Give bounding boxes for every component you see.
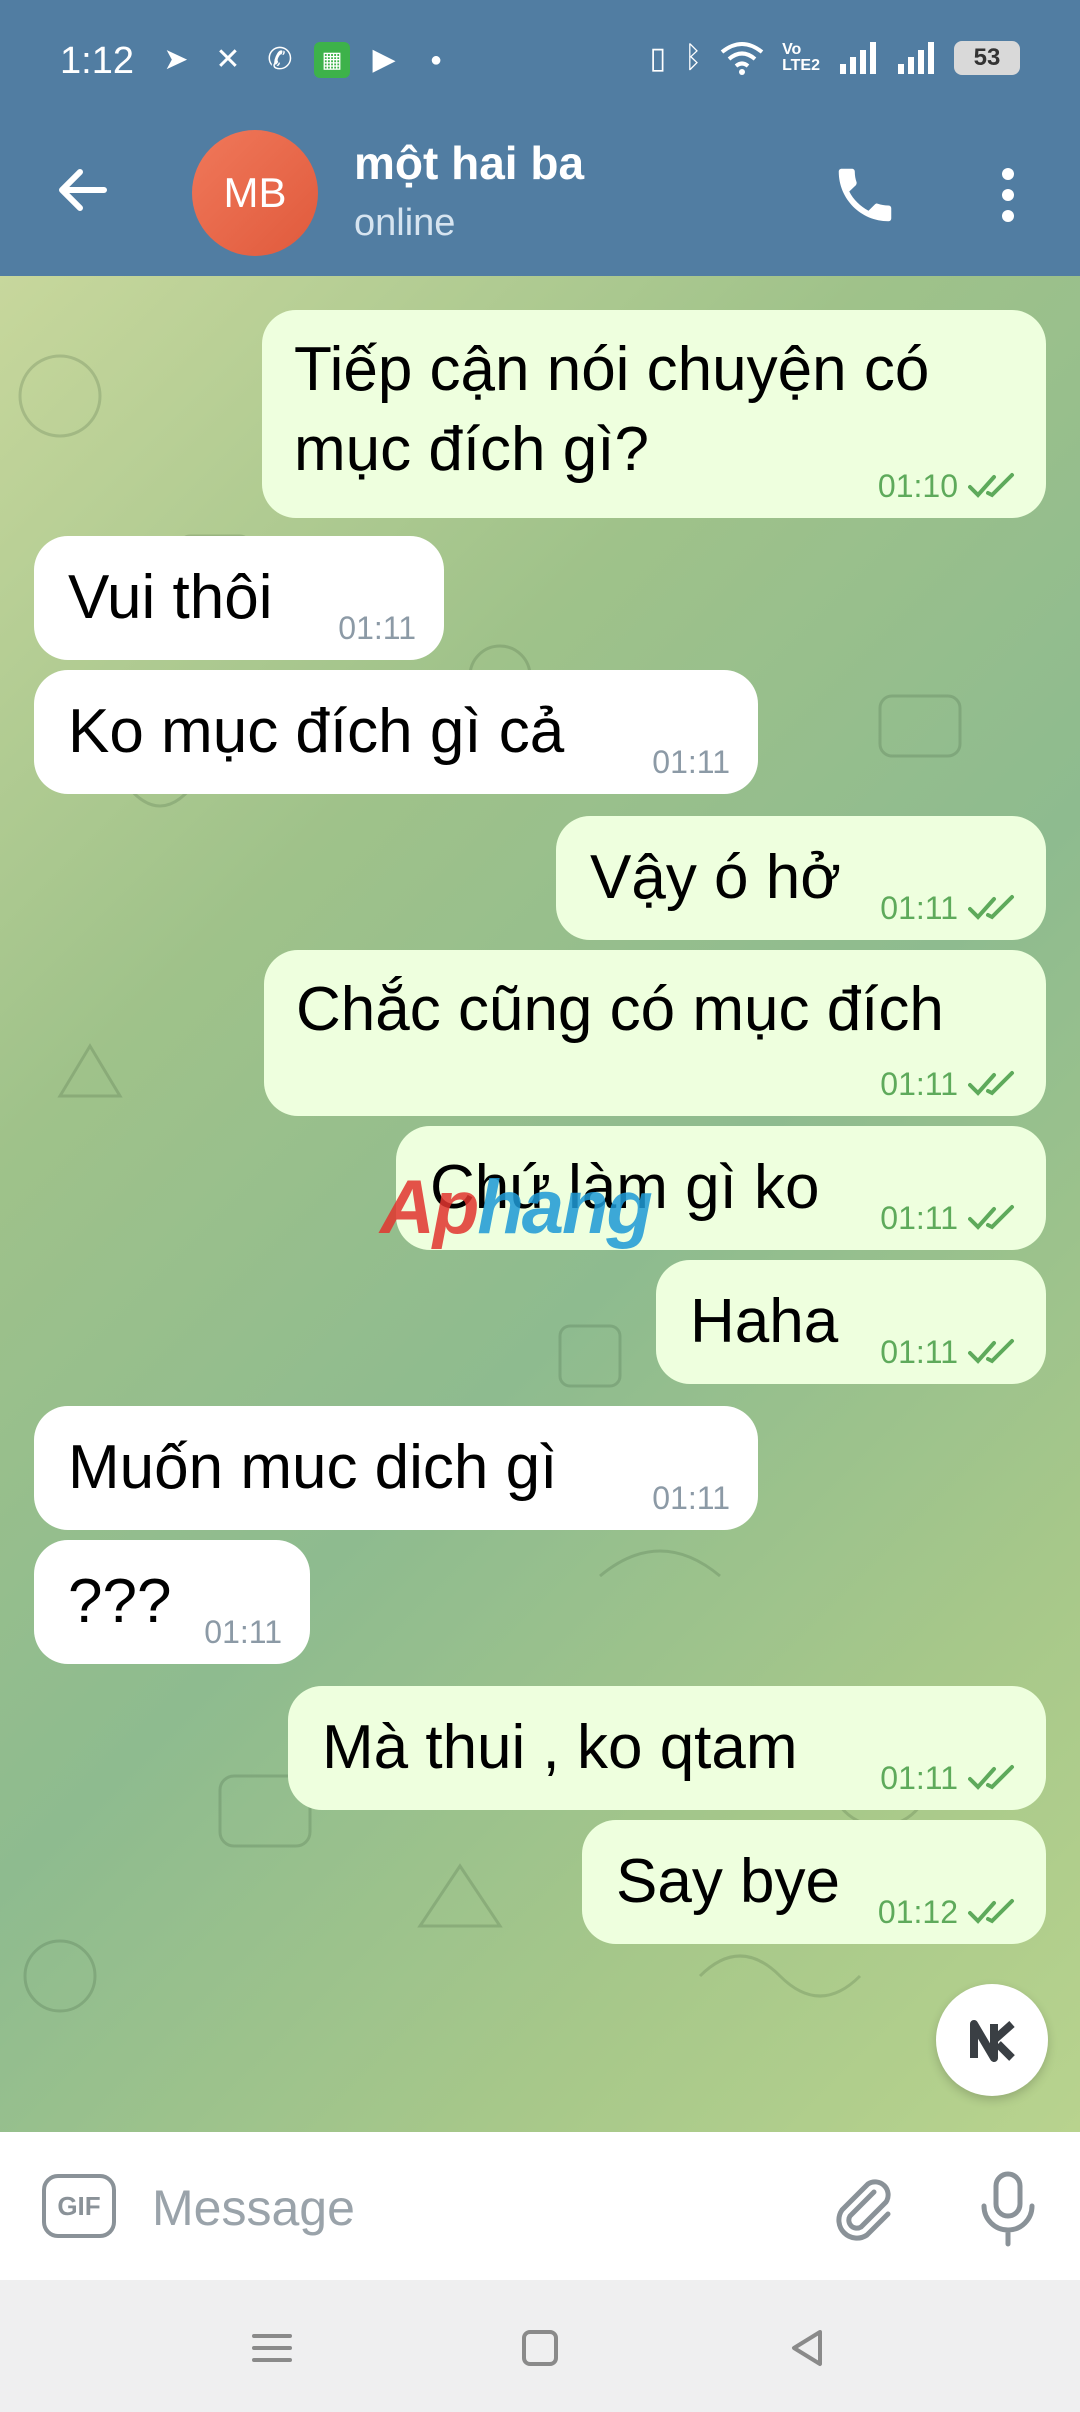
message-meta: 01:11 <box>880 1336 1018 1368</box>
back-icon[interactable] <box>778 2318 838 2378</box>
message-meta: 01:11 <box>880 1068 1018 1100</box>
message-time: 01:11 <box>652 1480 730 1516</box>
message-meta: 01:11 <box>652 746 730 778</box>
youtube-icon: ▶ <box>372 43 396 76</box>
message-time: 01:12 <box>877 1894 958 1930</box>
message-bubble-outgoing[interactable]: Tiếp cận nói chuyện có mục đích gì? 01:1… <box>262 310 1046 518</box>
microphone-icon[interactable] <box>976 2168 1040 2248</box>
viber-icon: ✆ <box>267 43 293 76</box>
message-text: Say bye <box>616 1847 841 1916</box>
message-text: Tiếp cận nói chuyện có mục đích gì? <box>294 335 930 484</box>
message-text: Mà thui , ko qtam <box>322 1713 798 1782</box>
gif-button[interactable]: GIF <box>42 2174 116 2238</box>
telegram-icon: ➤ <box>163 43 189 76</box>
wifi-icon <box>720 42 764 75</box>
message-bubble-incoming[interactable]: Vui thôi 01:11 <box>34 536 444 660</box>
message-time: 01:11 <box>880 1334 958 1370</box>
message-bubble-incoming[interactable]: Muốn muc dich gì 01:11 <box>34 1406 758 1530</box>
status-time: 1:12 <box>60 40 134 82</box>
watermark-logo: Aphang <box>380 1165 653 1250</box>
vibrate-icon: ▯ <box>649 41 667 75</box>
message-bubble-incoming[interactable]: ??? 01:11 <box>34 1540 310 1664</box>
double-check-icon <box>968 895 1014 920</box>
app-icon: ✕ <box>215 43 241 76</box>
calculator-icon: ▦ <box>314 42 350 78</box>
chat-area[interactable]: Tiếp cận nói chuyện có mục đích gì? 01:1… <box>0 276 1080 2132</box>
more-options-icon[interactable] <box>990 160 1026 230</box>
message-meta: 01:11 <box>880 1762 1018 1794</box>
message-time: 01:11 <box>880 1200 958 1236</box>
message-meta: 01:11 <box>204 1616 282 1648</box>
message-time: 01:11 <box>880 1066 958 1102</box>
avatar[interactable]: MB <box>192 130 318 256</box>
message-meta: 01:10 <box>878 470 1018 502</box>
system-navigation-bar <box>0 2280 1080 2412</box>
message-text: Vậy ó hở <box>590 843 841 912</box>
phone-icon[interactable] <box>830 160 900 230</box>
double-check-icon <box>968 1765 1014 1790</box>
message-text: Haha <box>690 1287 839 1356</box>
message-text: Ko mục đích gì cả <box>68 697 565 766</box>
message-text: Vui thôi <box>68 563 273 632</box>
message-bubble-outgoing[interactable]: Haha 01:11 <box>656 1260 1046 1384</box>
message-bubble-incoming[interactable]: Ko mục đích gì cả 01:11 <box>34 670 758 794</box>
message-meta: 01:11 <box>652 1482 730 1514</box>
battery-icon: 53 <box>954 41 1020 75</box>
notification-icons: ➤ ✕ ✆ ▦ ▶ ● <box>158 42 454 78</box>
double-check-icon <box>968 1899 1014 1924</box>
back-arrow-icon[interactable] <box>52 160 112 220</box>
double-check-icon <box>968 1339 1014 1364</box>
signal-icon <box>840 42 876 74</box>
message-text: Muốn muc dich gì <box>68 1433 558 1502</box>
double-check-icon <box>968 1071 1014 1096</box>
message-text: Chắc cũng có mục đích <box>296 975 944 1044</box>
system-icons: ▯ ᛒ Vo LTE2 53 <box>650 40 1020 76</box>
message-meta: 01:11 <box>880 892 1018 924</box>
message-time: 01:11 <box>652 744 730 780</box>
message-meta: 01:11 <box>880 1202 1018 1234</box>
message-time: 01:11 <box>880 890 958 926</box>
message-bubble-outgoing[interactable]: Chắc cũng có mục đích 01:11 <box>264 950 1046 1116</box>
menu-icon[interactable] <box>242 2318 302 2378</box>
message-bubble-outgoing[interactable]: Say bye 01:12 <box>582 1820 1046 1944</box>
app-shortcut-icon <box>970 2020 1015 2062</box>
contact-status: online <box>354 202 456 244</box>
bluetooth-icon: ᛒ <box>684 41 703 74</box>
message-time: 01:11 <box>338 610 416 646</box>
volte-icon: Vo LTE2 <box>782 41 820 74</box>
message-time: 01:10 <box>877 468 958 504</box>
message-input[interactable] <box>150 2168 794 2248</box>
double-check-icon <box>968 1205 1014 1230</box>
message-meta: 01:11 <box>338 612 416 644</box>
message-bubble-outgoing[interactable]: Vậy ó hở 01:11 <box>556 816 1046 940</box>
chat-header: 1:12 ➤ ✕ ✆ ▦ ▶ ● ▯ ᛒ Vo LTE2 53 MB một h… <box>0 0 1080 276</box>
dot-icon: ● <box>429 49 443 71</box>
status-bar: 1:12 ➤ ✕ ✆ ▦ ▶ ● ▯ ᛒ Vo LTE2 53 <box>0 0 1080 120</box>
message-time: 01:11 <box>880 1760 958 1796</box>
signal-icon <box>898 42 934 74</box>
contact-name[interactable]: một hai ba <box>354 136 584 190</box>
double-check-icon <box>968 473 1014 498</box>
message-meta: 01:12 <box>878 1896 1018 1928</box>
message-composer: GIF <box>0 2132 1080 2280</box>
paperclip-icon[interactable] <box>828 2172 898 2242</box>
floating-action-button[interactable] <box>936 1984 1048 2096</box>
message-text: ??? <box>68 1567 172 1636</box>
message-time: 01:11 <box>204 1614 282 1650</box>
message-bubble-outgoing[interactable]: Mà thui , ko qtam 01:11 <box>288 1686 1046 1810</box>
home-icon[interactable] <box>510 2318 570 2378</box>
